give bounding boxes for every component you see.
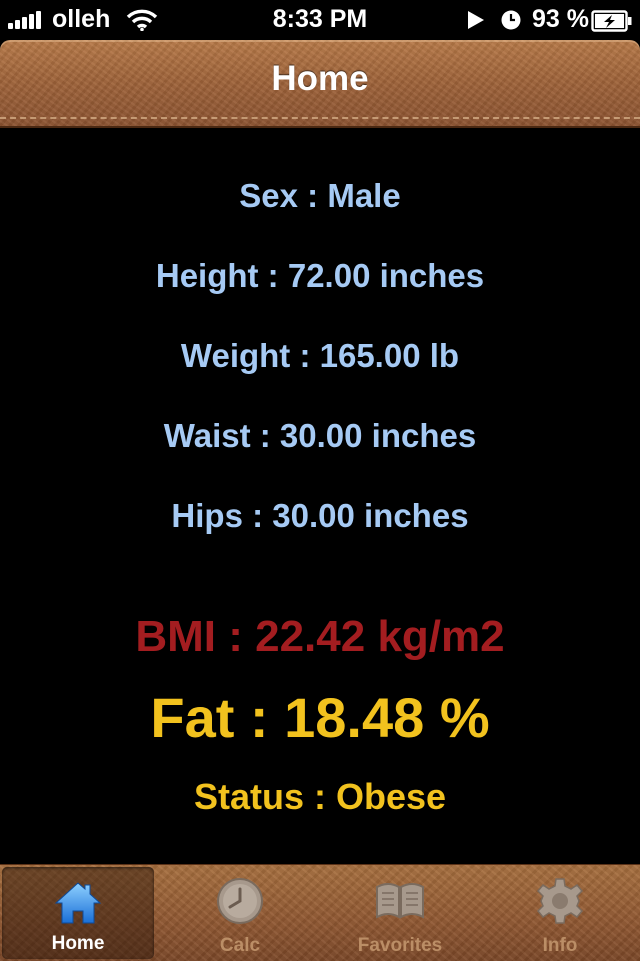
status-result: Status : Obese: [193, 776, 447, 817]
battery-percent: 93 %: [532, 5, 589, 33]
bmi-result: BMI : 22.42 kg/m2: [135, 612, 505, 661]
tab-bar: Home Calc Favorites Info: [0, 864, 640, 961]
fat-result: Fat : 18.48 %: [150, 686, 490, 749]
tab-home-label: Home: [51, 933, 105, 954]
height-value: Height : 72.00 inches: [155, 257, 485, 294]
tab-info[interactable]: Info: [480, 865, 640, 961]
gear-icon: [534, 875, 586, 927]
home-icon: [52, 877, 104, 929]
tab-info-label: Info: [542, 935, 578, 956]
hips-value: Hips : 30.00 inches: [171, 497, 469, 534]
navigation-bar: Home: [0, 40, 640, 128]
book-icon: [374, 875, 426, 927]
tab-favorites-label: Favorites: [357, 935, 443, 956]
clock-icon: [214, 875, 266, 927]
play-icon: [466, 9, 486, 38]
tab-calc[interactable]: Calc: [160, 865, 320, 961]
status-bar: olleh 8:33 PM 93 %: [0, 0, 640, 40]
leather-stitch-divider: [0, 117, 640, 119]
tab-home[interactable]: Home: [2, 867, 154, 959]
battery-charging-icon: [591, 10, 633, 39]
tab-favorites[interactable]: Favorites: [320, 865, 480, 961]
home-content: Sex : Male Height : 72.00 inches Weight …: [0, 128, 640, 864]
tab-calc-label: Calc: [219, 935, 261, 956]
waist-value: Waist : 30.00 inches: [163, 417, 477, 454]
alarm-clock-icon: [500, 9, 522, 38]
weight-value: Weight : 165.00 lb: [180, 337, 460, 374]
page-title: Home: [271, 59, 369, 98]
sex-value: Sex : Male: [239, 177, 401, 214]
